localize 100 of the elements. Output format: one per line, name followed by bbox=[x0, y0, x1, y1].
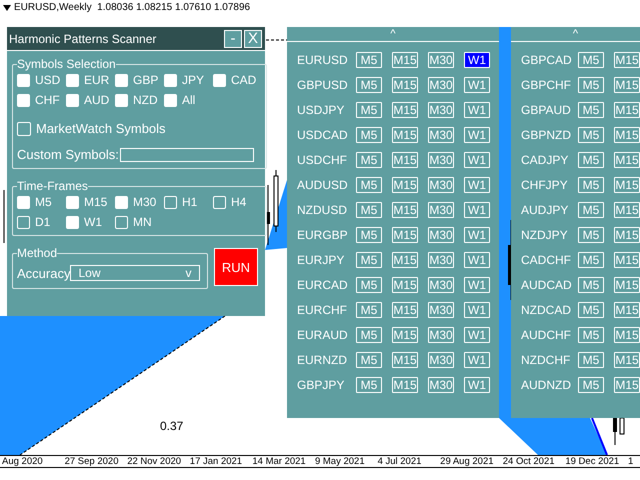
timeframe-button[interactable]: M30 bbox=[428, 127, 454, 143]
timeframe-button[interactable]: W1 bbox=[464, 227, 490, 243]
timeframe-button[interactable]: M15 bbox=[614, 102, 640, 118]
timeframe-button[interactable]: M5 bbox=[356, 102, 382, 118]
timeframe-button[interactable]: M30 bbox=[428, 377, 454, 393]
timeframe-button[interactable]: M5 bbox=[578, 277, 604, 293]
timeframe-button[interactable]: W1 bbox=[464, 352, 490, 368]
timeframe-button[interactable]: M30 bbox=[428, 252, 454, 268]
checkbox[interactable] bbox=[66, 94, 79, 106]
timeframe-button[interactable]: M5 bbox=[356, 152, 382, 168]
checkbox[interactable] bbox=[17, 196, 30, 208]
timeframe-button[interactable]: M30 bbox=[428, 302, 454, 318]
timeframe-button[interactable]: M5 bbox=[356, 277, 382, 293]
timeframe-button[interactable]: M5 bbox=[356, 252, 382, 268]
timeframe-button[interactable]: M15 bbox=[392, 202, 418, 218]
timeframe-button[interactable]: M15 bbox=[392, 302, 418, 318]
checkbox[interactable] bbox=[115, 196, 128, 208]
timeframe-button[interactable]: M15 bbox=[614, 52, 640, 68]
checkbox[interactable] bbox=[164, 196, 177, 208]
timeframe-button[interactable]: M5 bbox=[356, 377, 382, 393]
timeframe-button[interactable]: M15 bbox=[614, 152, 640, 168]
timeframe-button[interactable]: M5 bbox=[578, 302, 604, 318]
checkbox[interactable] bbox=[213, 74, 226, 86]
timeframe-button[interactable]: M15 bbox=[392, 377, 418, 393]
timeframe-button[interactable]: M30 bbox=[428, 327, 454, 343]
timeframe-button[interactable]: M15 bbox=[392, 277, 418, 293]
timeframe-button[interactable]: W1 bbox=[464, 252, 490, 268]
timeframe-button[interactable]: M15 bbox=[614, 202, 640, 218]
timeframe-button[interactable]: M15 bbox=[392, 327, 418, 343]
checkbox[interactable] bbox=[17, 74, 30, 86]
timeframe-button[interactable]: M30 bbox=[428, 277, 454, 293]
timeframe-button[interactable]: M5 bbox=[356, 302, 382, 318]
timeframe-button[interactable]: W1 bbox=[464, 277, 490, 293]
timeframe-button[interactable]: M15 bbox=[392, 102, 418, 118]
timeframe-button[interactable]: M30 bbox=[428, 102, 454, 118]
timeframe-button[interactable]: M15 bbox=[614, 177, 640, 193]
checkbox[interactable] bbox=[17, 122, 31, 136]
timeframe-button[interactable]: M15 bbox=[392, 52, 418, 68]
dropdown-triangle-icon[interactable] bbox=[3, 4, 11, 10]
timeframe-button[interactable]: M15 bbox=[392, 177, 418, 193]
timeframe-button[interactable]: M15 bbox=[614, 252, 640, 268]
timeframe-button[interactable]: M15 bbox=[614, 377, 640, 393]
timeframe-button[interactable]: M5 bbox=[578, 377, 604, 393]
checkbox[interactable] bbox=[115, 74, 128, 86]
timeframe-button[interactable]: M30 bbox=[428, 77, 454, 93]
checkbox[interactable] bbox=[164, 94, 177, 106]
timeframe-button[interactable]: M15 bbox=[392, 227, 418, 243]
timeframe-button[interactable]: M15 bbox=[392, 152, 418, 168]
checkbox[interactable] bbox=[17, 216, 30, 228]
timeframe-button[interactable]: W1 bbox=[464, 327, 490, 343]
close-button[interactable]: X bbox=[244, 30, 262, 48]
checkbox[interactable] bbox=[17, 94, 30, 106]
timeframe-button[interactable]: M30 bbox=[428, 177, 454, 193]
timeframe-button[interactable]: W1 bbox=[464, 302, 490, 318]
timeframe-button[interactable]: M15 bbox=[614, 302, 640, 318]
timeframe-button[interactable]: W1 bbox=[464, 127, 490, 143]
timeframe-button[interactable]: M5 bbox=[578, 127, 604, 143]
timeframe-button[interactable]: M5 bbox=[578, 102, 604, 118]
checkbox[interactable] bbox=[66, 74, 79, 86]
timeframe-button[interactable]: W1 bbox=[464, 377, 490, 393]
run-button[interactable]: RUN bbox=[214, 248, 258, 286]
timeframe-button[interactable]: M15 bbox=[392, 127, 418, 143]
timeframe-button[interactable]: M30 bbox=[428, 152, 454, 168]
timeframe-button[interactable]: M5 bbox=[578, 152, 604, 168]
checkbox[interactable] bbox=[115, 94, 128, 106]
collapse-button[interactable]: ^ bbox=[287, 27, 499, 42]
timeframe-button[interactable]: M15 bbox=[614, 327, 640, 343]
timeframe-button[interactable]: M15 bbox=[392, 252, 418, 268]
timeframe-button[interactable]: M5 bbox=[356, 177, 382, 193]
collapse-button[interactable]: ^ bbox=[511, 27, 640, 42]
checkbox[interactable] bbox=[66, 196, 79, 208]
checkbox[interactable] bbox=[213, 196, 226, 208]
timeframe-button[interactable]: W1 bbox=[464, 77, 490, 93]
timeframe-button[interactable]: M5 bbox=[578, 227, 604, 243]
timeframe-button[interactable]: M30 bbox=[428, 52, 454, 68]
timeframe-button[interactable]: M5 bbox=[356, 202, 382, 218]
timeframe-button[interactable]: M15 bbox=[392, 77, 418, 93]
timeframe-button[interactable]: M5 bbox=[578, 77, 604, 93]
timeframe-button[interactable]: M5 bbox=[356, 227, 382, 243]
accuracy-dropdown[interactable]: Low v bbox=[70, 265, 200, 281]
timeframe-button[interactable]: M30 bbox=[428, 202, 454, 218]
timeframe-button[interactable]: M5 bbox=[356, 352, 382, 368]
timeframe-button[interactable]: M5 bbox=[356, 77, 382, 93]
timeframe-button[interactable]: M30 bbox=[428, 352, 454, 368]
timeframe-button[interactable]: W1 bbox=[464, 177, 490, 193]
timeframe-button[interactable]: M15 bbox=[614, 277, 640, 293]
checkbox[interactable] bbox=[164, 74, 177, 86]
timeframe-button[interactable]: M5 bbox=[578, 352, 604, 368]
checkbox[interactable] bbox=[115, 216, 128, 228]
timeframe-button[interactable]: M15 bbox=[614, 77, 640, 93]
timeframe-button[interactable]: W1 bbox=[464, 52, 490, 68]
timeframe-button[interactable]: M5 bbox=[578, 327, 604, 343]
custom-symbols-field[interactable] bbox=[120, 148, 254, 162]
timeframe-button[interactable]: M5 bbox=[356, 127, 382, 143]
timeframe-button[interactable]: M5 bbox=[578, 202, 604, 218]
timeframe-button[interactable]: M5 bbox=[578, 177, 604, 193]
timeframe-button[interactable]: M5 bbox=[578, 52, 604, 68]
checkbox[interactable] bbox=[66, 216, 79, 228]
timeframe-button[interactable]: M30 bbox=[428, 227, 454, 243]
minimize-button[interactable]: - bbox=[224, 30, 242, 48]
